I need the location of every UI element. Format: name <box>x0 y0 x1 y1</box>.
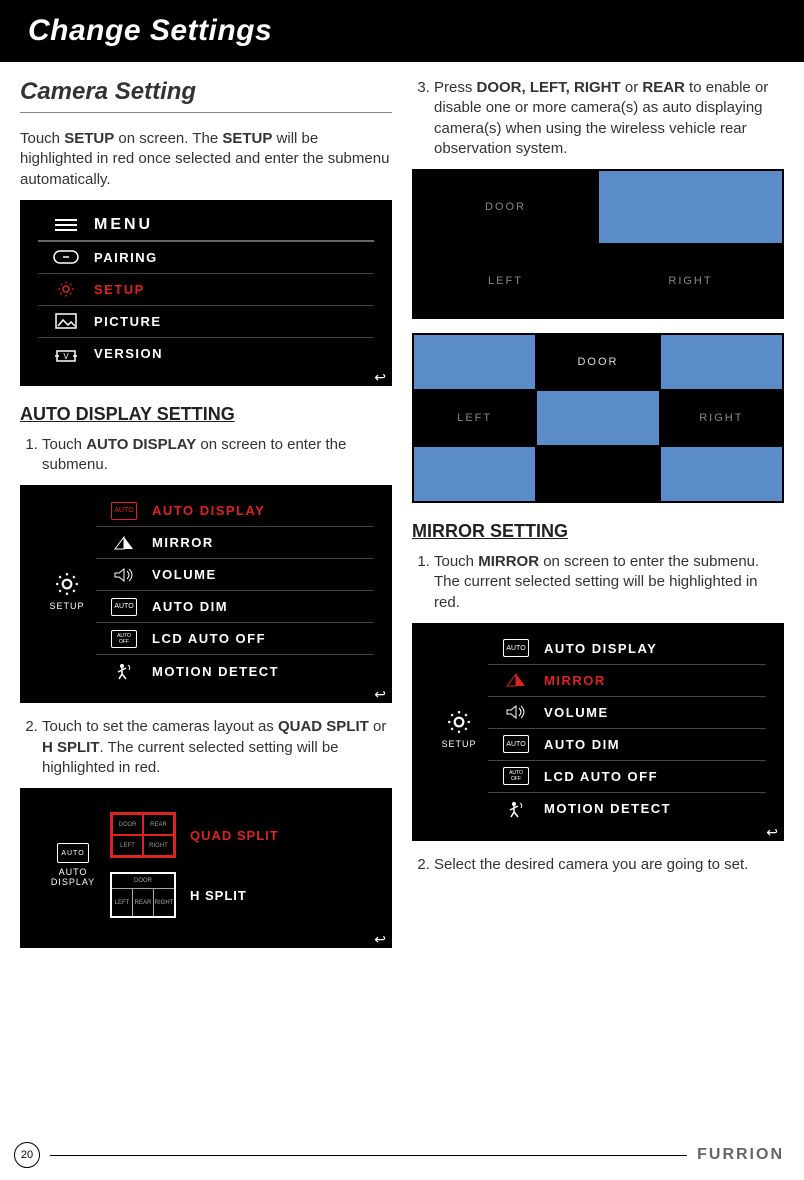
setup-side-label: SETUP <box>441 739 476 749</box>
intro-text: Touch SETUP on screen. The SETUP will be… <box>20 129 392 190</box>
sub-title-mirror: MIRROR SETTING <box>412 521 784 542</box>
hamburger-icon <box>38 218 94 232</box>
menu-item-version: VERSION <box>94 346 163 361</box>
auto-icon: AUTO <box>57 843 89 863</box>
grid2-left: LEFT <box>414 391 535 445</box>
mirror-step-2: Select the desired camera you are going … <box>434 855 784 875</box>
page-number: 20 <box>14 1142 40 1168</box>
svg-text:V: V <box>63 352 69 361</box>
return-icon: ↩ <box>374 686 386 703</box>
return-icon: ↩ <box>374 931 386 948</box>
grid2-door: DOOR <box>537 335 658 389</box>
sub-title-auto-display: AUTO DISPLAY SETTING <box>20 404 392 425</box>
mirror-step-1: Touch MIRROR on screen to enter the subm… <box>434 552 784 613</box>
setup-item-motion-detect: MOTION DETECT <box>152 664 279 679</box>
return-icon: ↩ <box>374 369 386 386</box>
page-banner: Change Settings <box>0 0 804 62</box>
grid1-door: DOOR <box>414 171 597 243</box>
gear-icon <box>54 571 80 597</box>
setup-item-auto-display: AUTO DISPLAY <box>152 503 265 518</box>
auto-display-side-label: AUTO DISPLAY <box>44 867 102 887</box>
grid1-left: LEFT <box>414 245 597 317</box>
auto-step-1: Touch AUTO DISPLAY on screen to enter th… <box>42 435 392 476</box>
brand-logo: FURRION <box>697 1146 784 1164</box>
left-column: Camera Setting Touch SETUP on screen. Th… <box>20 78 392 962</box>
menu-item-setup: SETUP <box>94 282 145 297</box>
camera-grid-2: DOOR LEFT RIGHT <box>412 333 784 503</box>
setup-item-motion-detect: MOTION DETECT <box>544 801 671 816</box>
menu-item-picture: PICTURE <box>94 314 162 329</box>
split-screenshot: AUTO AUTO DISPLAY DOORREAR LEFTRIGHT QUA… <box>20 788 392 948</box>
menu-header-label: MENU <box>94 216 153 234</box>
section-title-camera-setting: Camera Setting <box>20 78 392 113</box>
right-column: Press DOOR, LEFT, RIGHT or REAR to enabl… <box>412 78 784 962</box>
setup-item-lcd-auto-off: LCD AUTO OFF <box>544 769 658 784</box>
h-split-label: H SPLIT <box>190 888 247 903</box>
page-footer: 20 FURRION <box>0 1142 804 1168</box>
gear-icon <box>446 709 472 735</box>
grid1-blue-top <box>599 171 782 243</box>
auto-step-3: Press DOOR, LEFT, RIGHT or REAR to enabl… <box>434 78 784 159</box>
menu-item-pairing: PAIRING <box>94 250 158 265</box>
pairing-icon <box>38 250 94 264</box>
setup-icon <box>38 280 94 298</box>
return-icon: ↩ <box>766 824 778 841</box>
setup-item-auto-dim: AUTO DIM <box>544 737 620 752</box>
setup-submenu-screenshot: SETUP AUTOAUTO DISPLAY MIRROR VOLUME AUT… <box>20 485 392 703</box>
auto-step-2: Touch to set the cameras layout as QUAD … <box>42 717 392 778</box>
setup-item-volume: VOLUME <box>544 705 609 720</box>
setup-item-auto-dim: AUTO DIM <box>152 599 228 614</box>
grid1-right: RIGHT <box>599 245 782 317</box>
setup-item-auto-display: AUTO DISPLAY <box>544 641 657 656</box>
setup-item-mirror: MIRROR <box>152 535 214 550</box>
h-split-option: DOOR LEFTREARRIGHT H SPLIT <box>110 872 360 918</box>
setup-item-lcd-auto-off: LCD AUTO OFF <box>152 631 266 646</box>
quad-split-option: DOORREAR LEFTRIGHT QUAD SPLIT <box>110 812 360 858</box>
quad-split-label: QUAD SPLIT <box>190 828 279 843</box>
picture-icon <box>38 313 94 329</box>
version-icon: V <box>38 346 94 362</box>
setup-item-volume: VOLUME <box>152 567 217 582</box>
menu-screenshot: MENU PAIRING SETUP <box>20 200 392 386</box>
grid2-right: RIGHT <box>661 391 782 445</box>
mirror-submenu-screenshot: SETUP AUTOAUTO DISPLAY MIRROR VOLUME AUT… <box>412 623 784 841</box>
setup-side-label: SETUP <box>49 601 84 611</box>
camera-grid-1: DOOR LEFT RIGHT <box>412 169 784 319</box>
setup-item-mirror: MIRROR <box>544 673 606 688</box>
